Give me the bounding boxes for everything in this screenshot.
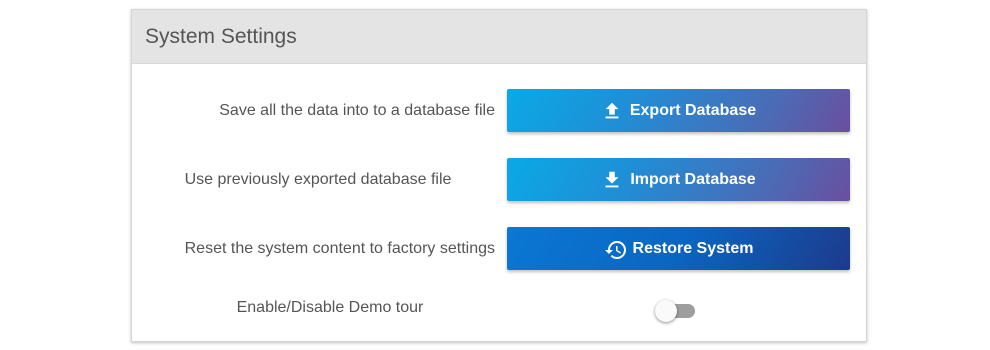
import-row: Use previously exported database file Im…: [132, 158, 866, 202]
import-database-button[interactable]: Import Database: [507, 158, 850, 201]
demo-tour-toggle[interactable]: [653, 298, 701, 322]
export-row: Save all the data into to a database fil…: [132, 89, 866, 133]
panel-header: System Settings: [132, 10, 866, 64]
upload-icon: [601, 100, 623, 122]
export-database-button[interactable]: Export Database: [507, 89, 850, 132]
demo-tour-row: Enable/Disable Demo tour: [132, 286, 866, 330]
demo-tour-label: Enable/Disable Demo tour: [236, 299, 424, 316]
panel-title: System Settings: [145, 24, 297, 48]
toggle-thumb: [655, 300, 677, 322]
export-description: Save all the data into to a database fil…: [219, 102, 495, 119]
export-database-label: Export Database: [629, 101, 757, 119]
download-icon: [601, 169, 623, 191]
import-database-label: Import Database: [630, 170, 756, 188]
restore-icon: [604, 238, 626, 260]
restore-system-label: Restore System: [632, 239, 754, 257]
system-settings-panel: System Settings Save all the data into t…: [131, 9, 867, 342]
import-description: Use previously exported database file: [184, 171, 452, 188]
restore-system-button[interactable]: Restore System: [507, 227, 850, 270]
restore-row: Reset the system content to factory sett…: [132, 227, 866, 271]
restore-description: Reset the system content to factory sett…: [184, 240, 495, 257]
